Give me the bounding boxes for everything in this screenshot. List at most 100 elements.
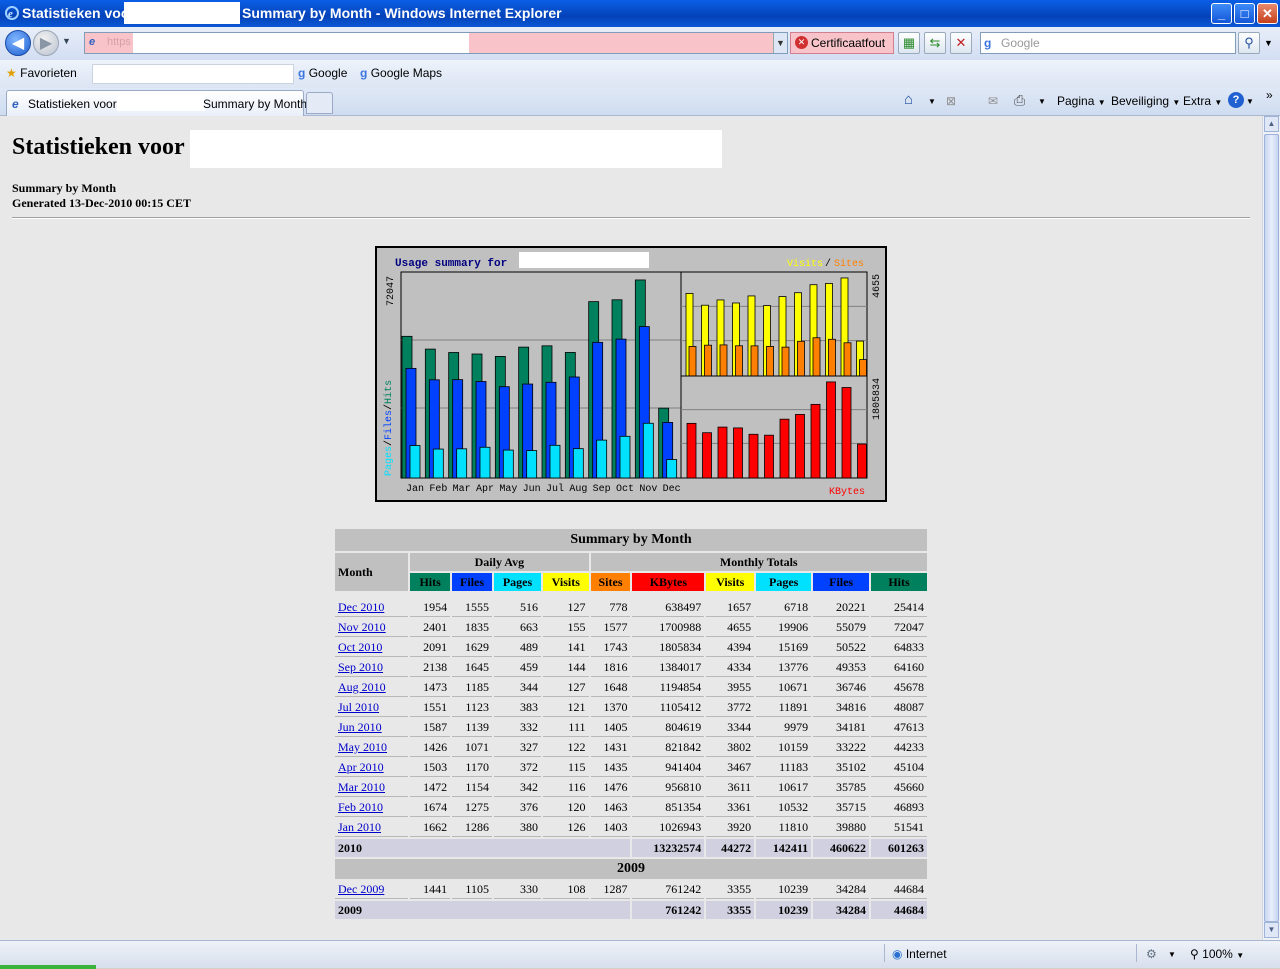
table-row: Jun 2010 1587 1139 332 111 1405 804619 3344 9979…	[335, 719, 927, 737]
left-y-axis-label: Pages/Files/Hits	[383, 380, 395, 476]
minimize-button[interactable]: _	[1211, 3, 1232, 24]
bar-sites	[735, 345, 743, 377]
value-cell: 72047	[871, 619, 927, 637]
year-total-value: 460622	[813, 839, 870, 857]
month-cell[interactable]: Dec 2010	[335, 599, 409, 617]
bar-pages	[619, 435, 631, 479]
compatibility-icon[interactable]: ▦	[898, 32, 920, 54]
scrollbar-thumb[interactable]	[1264, 134, 1279, 922]
month-link[interactable]: Mar 2010	[338, 780, 385, 794]
shield-error-icon: ✕	[795, 36, 808, 49]
help-dropdown-icon[interactable]: ▼	[1246, 97, 1254, 106]
table-row: Dec 2009 1441 1105 330 108 1287 761242 3355 1023…	[335, 881, 927, 899]
value-cell: 1403	[590, 819, 631, 837]
history-dropdown-icon[interactable]: ▼	[62, 36, 71, 46]
value-cell: 1405	[590, 719, 631, 737]
legend-sites: Sites	[834, 258, 864, 270]
page-menu[interactable]: Pagina ▼	[1057, 94, 1106, 108]
value-cell: 344	[493, 679, 541, 697]
month-cell[interactable]: Aug 2010	[335, 679, 409, 697]
value-cell: 144	[542, 659, 589, 677]
scroll-down-icon[interactable]: ▼	[1264, 922, 1279, 938]
home-dropdown-icon[interactable]: ▼	[928, 97, 936, 106]
tab-statistics[interactable]: e Statistieken voor Summary by Month	[6, 90, 307, 116]
close-button[interactable]: ✕	[1257, 3, 1278, 24]
tools-menu[interactable]: Extra ▼	[1183, 94, 1222, 108]
address-error-highlight	[469, 33, 773, 53]
certificate-error-label: Certificaatfout	[811, 36, 886, 50]
forward-button[interactable]: ▶	[33, 30, 59, 56]
more-commands-icon[interactable]: »	[1266, 88, 1273, 102]
help-icon[interactable]: ?	[1228, 92, 1244, 108]
month-link[interactable]: Jun 2010	[338, 720, 382, 734]
month-cell[interactable]: May 2010	[335, 739, 409, 757]
month-link[interactable]: Jul 2010	[338, 700, 379, 714]
month-link[interactable]: Nov 2010	[338, 620, 386, 634]
bar-kbytes	[764, 434, 774, 479]
month-link[interactable]: Dec 2010	[338, 600, 384, 614]
zoom-control[interactable]: ⚲ 100% ▼	[1190, 947, 1244, 961]
safety-menu[interactable]: Beveiliging ▼	[1111, 94, 1180, 108]
back-button[interactable]: ◀	[5, 30, 31, 56]
month-link[interactable]: Aug 2010	[338, 680, 386, 694]
scroll-up-icon[interactable]: ▲	[1264, 116, 1279, 132]
maximize-button[interactable]: □	[1234, 3, 1255, 24]
month-link[interactable]: Sep 2010	[338, 660, 383, 674]
column-header-hits: Hits	[871, 573, 927, 591]
certificate-error-button[interactable]: ✕ Certificaatfout	[790, 32, 894, 54]
favorite-link-google[interactable]: g Google	[298, 66, 347, 80]
value-cell: 1805834	[632, 639, 705, 657]
refresh-icon[interactable]: ⇆	[924, 32, 946, 54]
month-cell[interactable]: Nov 2010	[335, 619, 409, 637]
value-cell: 1587	[410, 719, 451, 737]
favorites-redacted	[92, 64, 294, 84]
value-cell: 10671	[756, 679, 812, 697]
kbytes-y-max-label: 1805834	[872, 378, 883, 420]
month-cell[interactable]: Sep 2010	[335, 659, 409, 677]
value-cell: 25414	[871, 599, 927, 617]
print-dropdown-icon[interactable]: ▼	[1038, 97, 1046, 106]
month-cell[interactable]: Mar 2010	[335, 779, 409, 797]
mail-icon[interactable]: ✉	[988, 94, 998, 108]
month-cell[interactable]: Jan 2010	[335, 819, 409, 837]
address-input[interactable]: e https ▼	[84, 32, 788, 54]
value-cell: 1657	[706, 599, 755, 617]
favorite-link-google-maps[interactable]: g Google Maps	[360, 66, 442, 80]
vertical-scrollbar[interactable]: ▲ ▼	[1262, 116, 1280, 940]
feeds-icon[interactable]: ⊠	[946, 94, 956, 108]
month-link[interactable]: Jan 2010	[338, 820, 381, 834]
month-cell[interactable]: Feb 2010	[335, 799, 409, 817]
security-zone[interactable]: ◉ Internet	[892, 947, 947, 961]
bar-kbytes	[717, 426, 728, 479]
bar-kbytes	[795, 414, 805, 479]
print-icon[interactable]: ⎙	[1014, 92, 1025, 109]
month-link[interactable]: Feb 2010	[338, 800, 383, 814]
search-icon[interactable]: ⚲	[1238, 32, 1260, 54]
window-title-part1: Statistieken voor	[22, 5, 135, 21]
value-cell: 115	[542, 759, 589, 777]
protected-mode-dropdown-icon[interactable]: ▼	[1168, 950, 1176, 959]
favorites-button[interactable]: ★ Favorieten	[6, 66, 77, 80]
address-dropdown-icon[interactable]: ▼	[773, 33, 787, 53]
home-icon[interactable]: ⌂	[904, 91, 913, 108]
month-cell[interactable]: Dec 2009	[335, 881, 409, 899]
column-header-pages: Pages	[493, 573, 541, 591]
year-header: 2009	[335, 859, 927, 879]
month-link[interactable]: Dec 2009	[338, 882, 384, 896]
search-input[interactable]: g Google	[980, 32, 1236, 54]
stop-icon[interactable]: ✕	[950, 32, 972, 54]
search-options-icon[interactable]: ▼	[1264, 38, 1273, 48]
value-cell: 45104	[871, 759, 927, 777]
month-link[interactable]: May 2010	[338, 740, 387, 754]
month-cell[interactable]: Jul 2010	[335, 699, 409, 717]
month-cell[interactable]: Jun 2010	[335, 719, 409, 737]
month-cell[interactable]: Apr 2010	[335, 759, 409, 777]
month-link[interactable]: Apr 2010	[338, 760, 384, 774]
value-cell: 1662	[410, 819, 451, 837]
protected-mode-icon[interactable]: ⚙	[1146, 947, 1157, 961]
value-cell: 1194854	[632, 679, 705, 697]
value-cell: 1426	[410, 739, 451, 757]
month-link[interactable]: Oct 2010	[338, 640, 382, 654]
month-cell[interactable]: Oct 2010	[335, 639, 409, 657]
new-tab-button[interactable]	[306, 92, 333, 114]
